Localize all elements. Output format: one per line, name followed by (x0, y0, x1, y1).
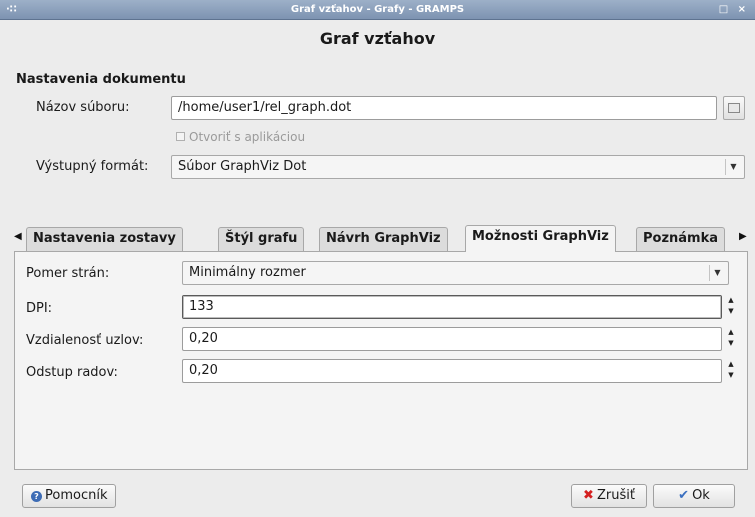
tab-note[interactable]: Poznámka (636, 227, 726, 251)
open-with-app-checkbox[interactable]: Otvoriť s aplikáciou (176, 130, 305, 144)
chevron-down-icon: ▼ (725, 159, 741, 175)
help-icon: ? (31, 491, 42, 502)
cancel-button-label: Zrušiť (596, 488, 635, 503)
ok-button[interactable]: ✔ Ok (653, 484, 735, 508)
dialog-title: Graf vzťahov (319, 29, 436, 48)
aspect-ratio-label: Pomer strán: (26, 266, 110, 281)
cancel-x-icon: ✖ (583, 488, 594, 503)
ok-button-label: Ok (692, 488, 710, 503)
rank-spacing-spin-arrows-icon[interactable]: ▲ ▼ (725, 359, 737, 383)
tab-graphviz-options[interactable]: Možnosti GraphViz (465, 225, 616, 252)
window-controls-icon[interactable]: □ × (719, 0, 749, 20)
window-titlebar[interactable]: ·∷ Graf vzťahov - Grafy - GRAMPS □ × (0, 0, 755, 20)
dpi-spin-arrows-icon[interactable]: ▲ ▼ (725, 295, 737, 319)
node-spacing-input[interactable]: 0,20 (182, 327, 722, 351)
filename-input[interactable]: /home/user1/rel_graph.dot (171, 96, 717, 120)
tab-report-settings[interactable]: Nastavenia zostavy (26, 227, 183, 251)
filename-label: Názov súboru: (36, 100, 130, 115)
aspect-ratio-value: Minimálny rozmer (189, 265, 306, 280)
node-spacing-spin-arrows-icon[interactable]: ▲ ▼ (725, 327, 737, 351)
dpi-input[interactable]: 133 (182, 295, 722, 319)
options-tabbar: ◀ Nastavenia zostavy Štýl grafu Návrh Gr… (14, 225, 748, 252)
chevron-down-icon: ▼ (709, 265, 725, 281)
node-spacing-label: Vzdialenosť uzlov: (26, 333, 144, 348)
rank-spacing-label: Odstup radov: (26, 365, 118, 380)
aspect-ratio-select[interactable]: Minimálny rozmer ▼ (182, 261, 729, 285)
window-menu-icon[interactable]: ·∷ (6, 0, 17, 20)
output-format-value: Súbor GraphViz Dot (178, 159, 307, 174)
file-chooser-button[interactable] (723, 96, 745, 120)
tab-graph-style[interactable]: Štýl grafu (218, 227, 305, 251)
tab-scroll-right-icon[interactable]: ▶ (739, 231, 747, 242)
ok-checkmark-icon: ✔ (678, 488, 690, 503)
tab-graphviz-layout[interactable]: Návrh GraphViz (319, 227, 448, 251)
folder-icon (728, 103, 740, 113)
open-with-app-label: Otvoriť s aplikáciou (189, 130, 306, 144)
cancel-button[interactable]: ✖ Zrušiť (571, 484, 647, 508)
tab-scroll-left-icon[interactable]: ◀ (14, 231, 22, 242)
checkbox-icon (176, 132, 185, 141)
window-title: Graf vzťahov - Grafy - GRAMPS (290, 4, 465, 15)
help-button[interactable]: ? Pomocník (22, 484, 117, 508)
output-format-select[interactable]: Súbor GraphViz Dot ▼ (171, 155, 745, 179)
output-format-label: Výstupný formát: (36, 159, 149, 174)
dpi-label: DPI: (26, 301, 53, 316)
help-button-label: Pomocník (45, 488, 108, 503)
document-settings-heading: Nastavenia dokumentu (16, 72, 186, 87)
rank-spacing-input[interactable]: 0,20 (182, 359, 722, 383)
